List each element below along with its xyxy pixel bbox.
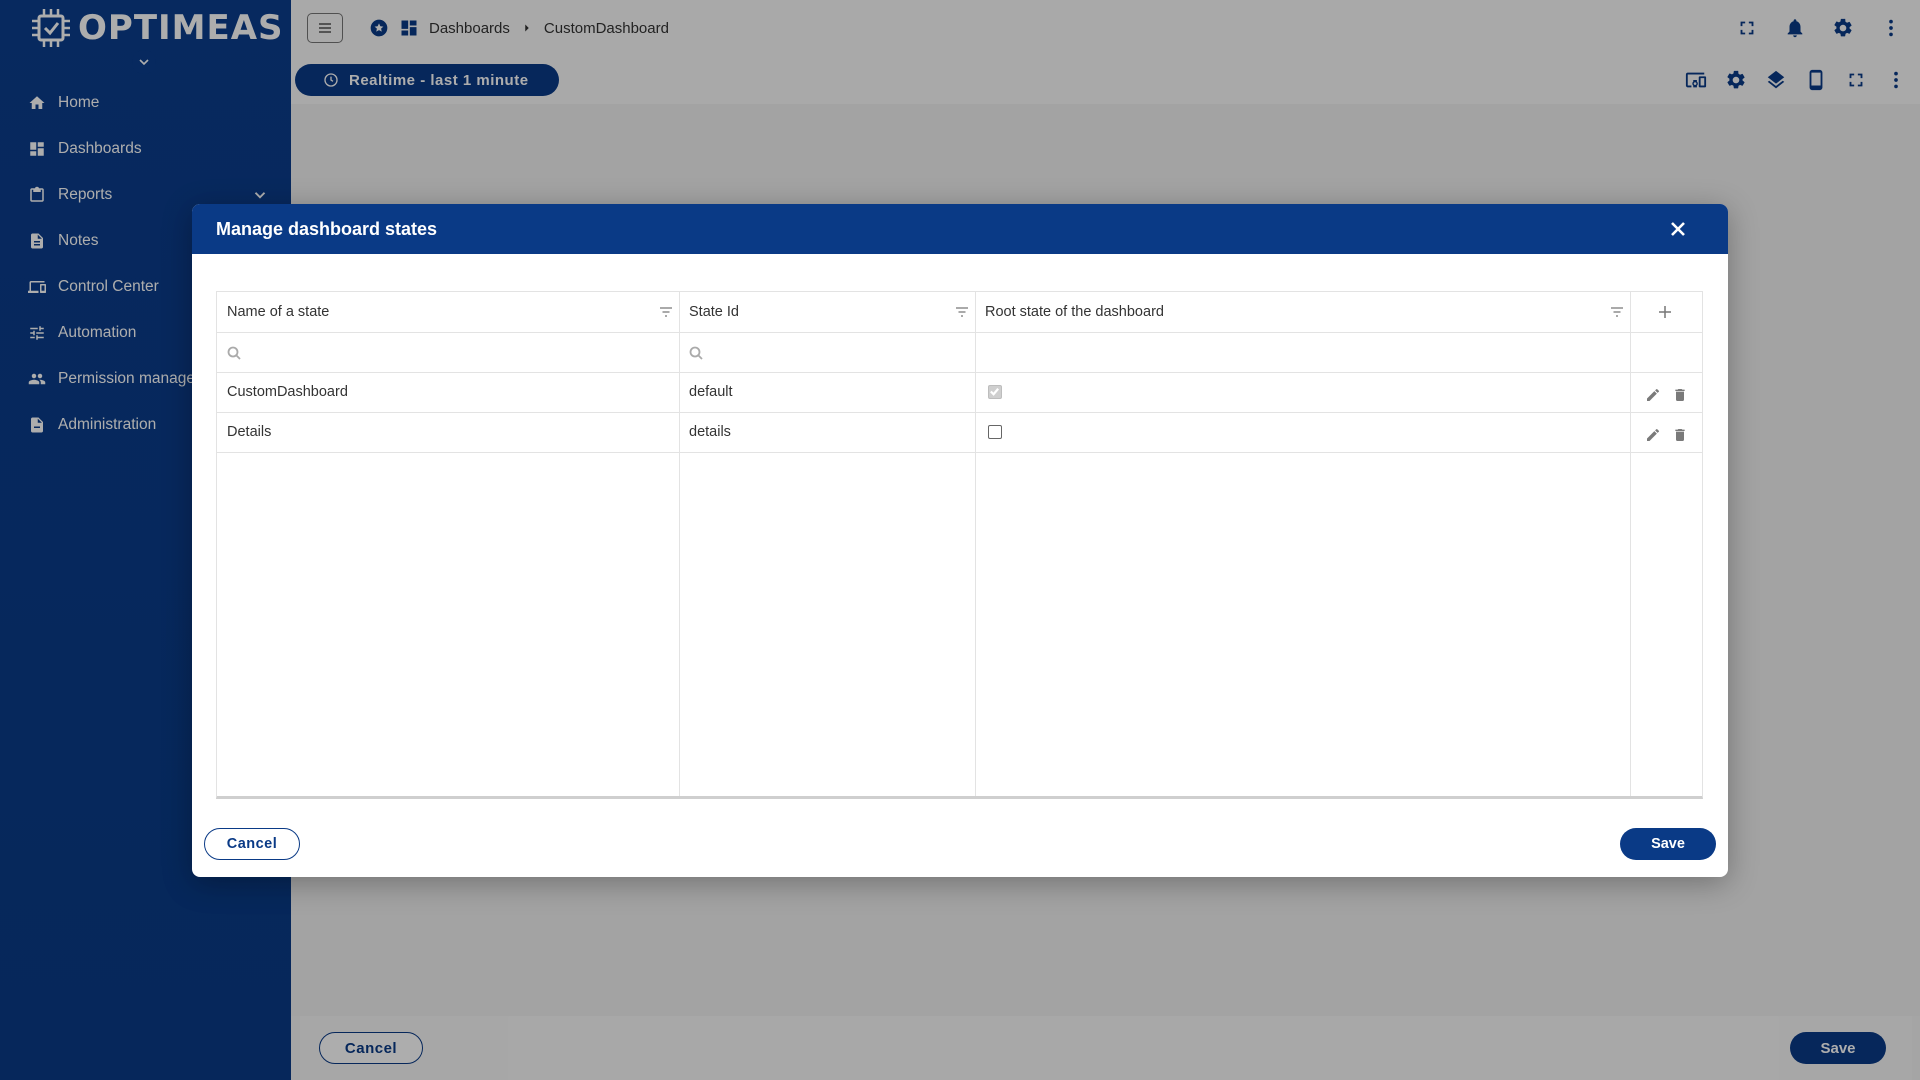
dialog-footer: Cancel Save [192, 811, 1728, 877]
filter-icon[interactable] [659, 305, 673, 317]
trash-icon [1675, 389, 1685, 401]
pencil-icon [1647, 388, 1660, 401]
state-name: Details [227, 424, 272, 440]
root-state-checkbox[interactable] [988, 425, 1002, 439]
root-state-checkbox [988, 385, 1002, 399]
pencil-icon [1647, 428, 1660, 441]
trash-icon [1675, 429, 1685, 441]
column-header-root-state[interactable]: Root state of the dashboard [975, 292, 1630, 332]
column-header-label: Root state of the dashboard [985, 304, 1164, 320]
dialog-header: Manage dashboard states [192, 204, 1728, 254]
state-id: details [689, 424, 731, 440]
delete-state-button[interactable] [1672, 427, 1690, 445]
delete-state-button[interactable] [1672, 387, 1690, 405]
dialog-title: Manage dashboard states [216, 218, 438, 239]
table-row[interactable]: CustomDashboard [217, 372, 679, 412]
filter-icon[interactable] [955, 305, 969, 317]
column-header-label: Name of a state [227, 304, 330, 320]
column-header-name[interactable]: Name of a state [217, 292, 679, 332]
edit-state-button[interactable] [1645, 387, 1663, 405]
filter-icon[interactable] [1610, 305, 1624, 317]
state-id: default [689, 384, 733, 400]
table-cell-state-id: details [679, 412, 975, 452]
states-table: Name of a state State Id Root state of t… [216, 291, 1703, 799]
dialog-cancel-button[interactable]: Cancel [204, 828, 300, 860]
add-state-button[interactable] [1657, 304, 1673, 320]
state-name: CustomDashboard [227, 384, 348, 400]
manage-states-dialog: Manage dashboard states Name of a state … [192, 204, 1728, 877]
dialog-save-button[interactable]: Save [1620, 828, 1716, 860]
dialog-close-button[interactable] [1668, 219, 1688, 239]
table-cell-state-id: default [679, 372, 975, 412]
close-icon [1671, 222, 1685, 236]
name-filter-input[interactable] [217, 334, 679, 370]
column-header-label: State Id [689, 304, 739, 320]
column-header-state-id[interactable]: State Id [679, 292, 975, 332]
state-id-filter-input[interactable] [679, 334, 975, 370]
edit-state-button[interactable] [1645, 427, 1663, 445]
plus-icon [1659, 306, 1671, 318]
table-row[interactable]: Details [217, 412, 679, 452]
